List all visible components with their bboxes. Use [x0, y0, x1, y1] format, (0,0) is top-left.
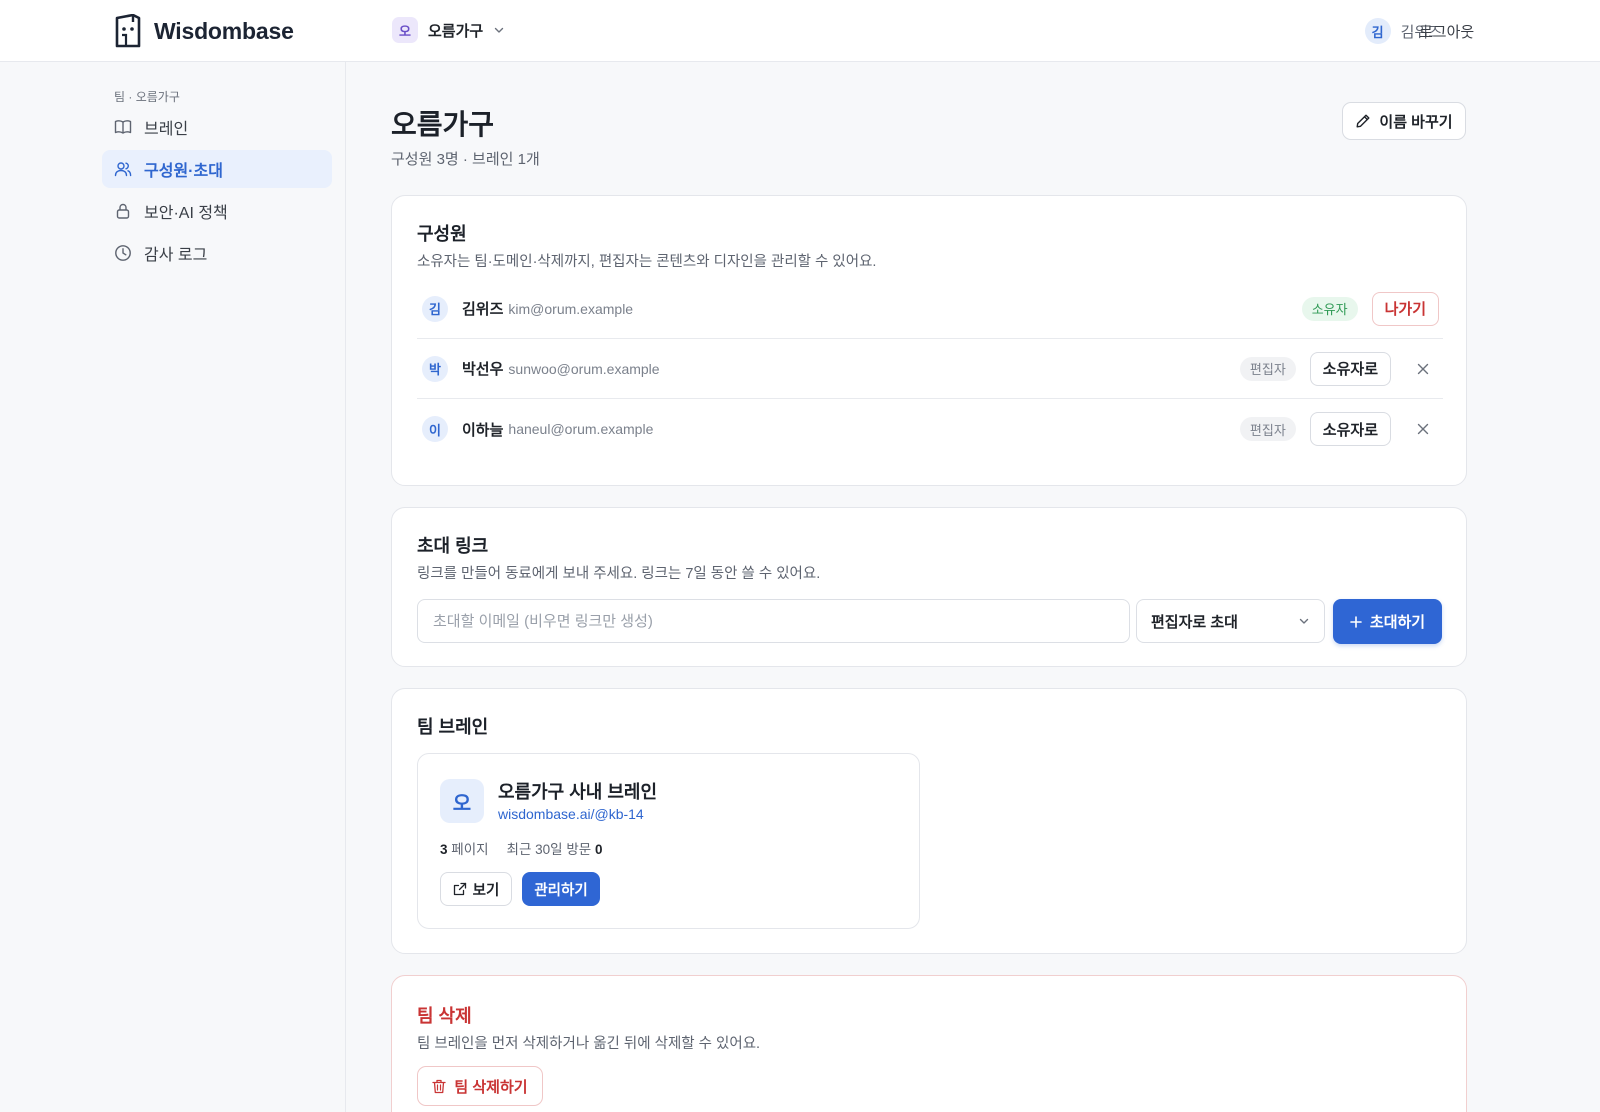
member-email: kim@orum.example — [508, 300, 634, 317]
remove-member-button[interactable] — [1413, 419, 1433, 439]
delete-team-card: 팀 삭제 팀 브레인을 먼저 삭제하거나 옮긴 뒤에 삭제할 수 있어요. 팀 … — [391, 975, 1467, 1112]
members-card: 구성원 소유자는 팀·도메인·삭제까지, 편집자는 콘텐츠와 디자인을 관리할 … — [391, 195, 1467, 486]
sidebar-item-label: 구성원·초대 — [144, 163, 223, 180]
member-name: 박선우 — [462, 361, 504, 378]
invite-description: 링크를 만들어 동료에게 보내 주세요. 링크는 7일 동안 쓸 수 있어요. — [417, 566, 821, 582]
member-name: 김위즈 — [462, 301, 504, 318]
remove-member-button[interactable] — [1413, 359, 1433, 379]
sidebar-nav: 브레인 구성원·초대 보안·AI 정책 감사 로그 — [102, 108, 332, 276]
view-brain-label: 보기 — [472, 882, 500, 899]
delete-team-description: 팀 브레인을 먼저 삭제하거나 옮긴 뒤에 삭제할 수 있어요. — [417, 1036, 761, 1052]
logout-link[interactable]: 로그아웃 — [1419, 21, 1474, 42]
email-field[interactable] — [417, 599, 1130, 643]
users-icon — [114, 162, 132, 177]
brain-pages-count: 3 — [440, 842, 448, 857]
trash-icon — [432, 1079, 447, 1093]
top-bar: Wisdombase 오 오름가구 김 김위즈 로그아웃 — [0, 0, 1600, 62]
delete-team-label: 팀 삭제하기 — [454, 1078, 528, 1096]
brain-visits-count: 0 — [594, 842, 603, 857]
sidebar-item-audit-log[interactable]: 감사 로그 — [102, 234, 332, 272]
clock-icon — [115, 245, 131, 261]
members-description: 소유자는 팀·도메인·삭제까지, 편집자는 콘텐츠와 디자인을 관리할 수 있어… — [417, 254, 877, 270]
brain-item: 오 오름가구 사내 브레인 wisdombase.ai/@kb-14 3 페이지… — [417, 753, 920, 929]
avatar: 김 — [422, 295, 448, 322]
leave-team-button[interactable]: 나가기 — [1371, 291, 1439, 326]
brain-name: 오름가구 사내 브레인 — [498, 782, 658, 802]
member-email: sunwoo@orum.example — [508, 360, 660, 377]
status-badge: 편집자 — [1239, 356, 1296, 381]
close-icon — [1417, 423, 1429, 435]
sidebar: 팀 · 오름가구 브레인 구성원·초대 보안·AI 정책 감사 로그 — [0, 62, 346, 1112]
brain-stats: 3 페이지 최근 30일 방문 0 — [440, 838, 602, 858]
lock-icon — [116, 203, 130, 219]
invite-button[interactable]: 초대하기 — [1333, 599, 1442, 644]
sidebar-item-label: 브레인 — [144, 121, 189, 138]
breadcrumb: 팀 · 오름가구 — [114, 90, 180, 104]
external-link-icon — [453, 882, 466, 896]
sidebar-item-security[interactable]: 보안·AI 정책 — [102, 192, 332, 230]
brain-url-link[interactable]: wisdombase.ai/@kb-14 — [498, 806, 644, 822]
team-brain-card: 팀 브레인 오 오름가구 사내 브레인 wisdombase.ai/@kb-14… — [391, 688, 1467, 954]
team-name: 오름가구 — [428, 22, 484, 40]
table-row: 이 이하늘 haneul@orum.example 편집자 소유자로 — [417, 399, 1443, 459]
sidebar-item-brain[interactable]: 브레인 — [102, 108, 332, 146]
sidebar-item-label: 보안·AI 정책 — [144, 205, 228, 222]
sidebar-item-members[interactable]: 구성원·초대 — [102, 150, 332, 188]
page-subtitle: 구성원 3명 · 브레인 1개 — [391, 151, 540, 168]
logo-icon — [115, 14, 141, 48]
team-brain-title: 팀 브레인 — [417, 717, 489, 737]
avatar: 이 — [422, 416, 448, 442]
team-switcher[interactable]: 오 오름가구 — [392, 17, 505, 43]
manage-brain-button[interactable]: 관리하기 — [522, 872, 600, 906]
delete-team-button[interactable]: 팀 삭제하기 — [417, 1066, 543, 1106]
invite-card: 초대 링크 링크를 만들어 동료에게 보내 주세요. 링크는 7일 동안 쓸 수… — [391, 507, 1467, 667]
member-name: 이하늘 — [462, 421, 504, 439]
status-badge: 소유자 — [1301, 296, 1358, 321]
view-brain-button[interactable]: 보기 — [440, 872, 512, 906]
delete-team-title: 팀 삭제 — [417, 1006, 472, 1026]
make-owner-button[interactable]: 소유자로 — [1309, 351, 1391, 386]
page-title: 오름가구 — [391, 109, 495, 140]
invite-role-select[interactable]: 편집자로 초대 — [1136, 599, 1325, 643]
chevron-down-icon — [495, 27, 504, 33]
avatar: 오 — [440, 779, 484, 823]
brain-pages-label: 페이지 — [451, 842, 489, 857]
table-row: 박 박선우 sunwoo@orum.example 편집자 소유자로 — [417, 339, 1443, 399]
invite-title: 초대 링크 — [417, 536, 489, 556]
avatar: 박 — [422, 355, 448, 382]
rename-label: 이름 바꾸기 — [1379, 113, 1453, 131]
plus-icon — [1350, 615, 1362, 628]
close-icon — [1417, 363, 1429, 374]
team-avatar: 오 — [392, 17, 418, 43]
rename-button[interactable]: 이름 바꾸기 — [1342, 102, 1466, 140]
members-title: 구성원 — [417, 224, 467, 244]
brain-pages-stat: 3 페이지 — [440, 838, 489, 858]
status-badge: 편집자 — [1239, 417, 1296, 441]
table-row: 김 김위즈 kim@orum.example 소유자 나가기 — [417, 279, 1443, 339]
chevron-down-icon — [1299, 618, 1309, 624]
app-name: Wisdombase — [154, 17, 294, 44]
sidebar-item-label: 감사 로그 — [144, 247, 208, 264]
avatar: 김 — [1364, 18, 1391, 44]
app-logo[interactable]: Wisdombase — [114, 14, 294, 48]
member-email: haneul@orum.example — [508, 421, 654, 437]
brain-visits-stat: 최근 30일 방문 0 — [507, 838, 603, 858]
invite-role-value: 편집자로 초대 — [1151, 613, 1238, 631]
book-icon — [114, 120, 132, 134]
brain-visits-label: 최근 30일 방문 — [506, 842, 592, 857]
invite-button-label: 초대하기 — [1369, 614, 1426, 631]
pencil-icon — [1356, 114, 1370, 128]
make-owner-button[interactable]: 소유자로 — [1309, 412, 1391, 446]
